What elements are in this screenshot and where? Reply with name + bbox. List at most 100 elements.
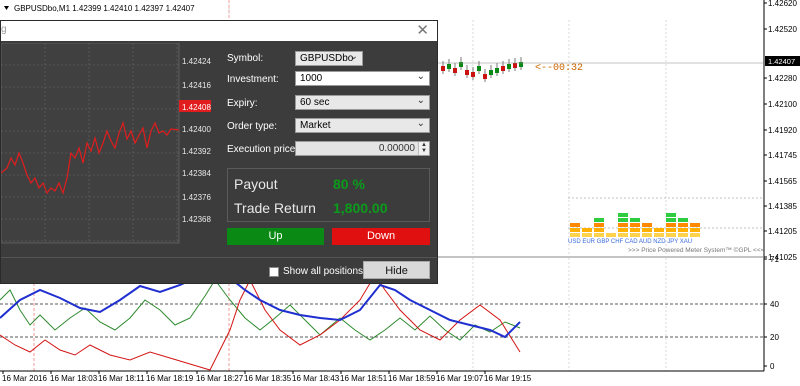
symbol-value: GBPUSDbo <box>300 53 354 64</box>
order-type-select[interactable]: Market ⌄ <box>295 118 430 133</box>
price-tick-label: 1.41565 <box>768 177 797 186</box>
hide-button[interactable]: Hide <box>363 261 430 279</box>
candle-body <box>477 66 481 71</box>
mini-current-price: 1.42408 <box>182 103 211 112</box>
price-tick-label: 1.42100 <box>768 100 797 109</box>
time-tick-label: 16 Mar 18:35 <box>244 374 292 383</box>
time-tick-label: 16 Mar 18:03 <box>50 374 98 383</box>
power-meter-cell <box>570 228 580 232</box>
indicator-tick-label: 40 <box>770 300 779 309</box>
time-axis: 16 Mar 2016 16 Mar 18:03 16 Mar 18:11 16 Ma… <box>2 371 532 383</box>
mini-price-tick: 1.42424 <box>182 57 211 66</box>
current-price-label: 1.42407 <box>768 57 795 66</box>
mini-price-tick: 1.42400 <box>182 125 211 134</box>
price-axis: 1.42620 1.42520 1.42407 1.42280 1.42100 1.419… <box>764 0 800 262</box>
power-meter-cell <box>678 218 688 222</box>
mini-price-tick: 1.42368 <box>182 215 211 224</box>
dialog-titlebar[interactable]: g ✕ <box>1 21 437 41</box>
power-meter-cell <box>678 233 688 237</box>
time-tick-label: 16 Mar 18:27 <box>196 374 244 383</box>
symbol-select[interactable]: GBPUSDbo ⌄ <box>295 51 363 66</box>
dialog-footer: Show all positions Hide <box>1 257 437 286</box>
red-line <box>0 274 521 371</box>
show-all-positions-checkbox[interactable] <box>269 267 279 277</box>
power-meter-cell <box>654 233 664 237</box>
time-tick-label: 16 Mar 18:43 <box>292 374 340 383</box>
payout-panel: Payout 80 % Trade Return 1,800.00 <box>227 168 430 222</box>
candle-body <box>453 68 457 73</box>
power-meter-cell <box>642 233 652 237</box>
spinner-icon[interactable]: ▲ ▼ <box>418 142 429 155</box>
execution-price-value: 0.00000 <box>378 143 415 154</box>
indicator-tick-label: 20 <box>770 333 779 342</box>
bar-countdown: <--00:32 <box>535 63 583 74</box>
trade-dialog: g ✕ 1.42424 1.42416 1.42408 1.42400 1.42392 1… <box>0 20 438 284</box>
candle-body <box>483 74 487 79</box>
time-tick-label: 16 Mar 18:51 <box>340 374 388 383</box>
symbol-label: Symbol: <box>227 53 264 64</box>
power-meter-cell <box>666 218 676 222</box>
expiry-value: 60 sec <box>300 97 330 108</box>
power-meter-cell <box>690 223 700 227</box>
power-meter-cell <box>690 233 700 237</box>
power-meter-cell <box>630 223 640 227</box>
down-button[interactable]: Down <box>332 228 430 245</box>
power-meter-cell <box>690 228 700 232</box>
payout-value: 80 % <box>333 176 365 192</box>
power-meter-cell <box>594 233 604 237</box>
execution-price-input[interactable]: 0.00000 ▲ ▼ <box>295 141 430 156</box>
power-meter-cell <box>630 228 640 232</box>
symbol-header: GBPUSDbo,M1 1.42399 1.42410 1.42397 1.42… <box>14 4 195 13</box>
mini-price-tick: 1.42384 <box>182 169 211 178</box>
payout-label: Payout <box>234 176 278 192</box>
chevron-down-icon: ⌄ <box>349 51 358 62</box>
trade-return-label: Trade Return <box>234 200 316 216</box>
candlesticks <box>441 57 523 82</box>
investment-label: Investment: <box>227 74 279 85</box>
power-meter-cell <box>618 228 628 232</box>
expiry-select[interactable]: 60 sec ⌄ <box>295 95 430 110</box>
power-meter-caption: >>> Price Powered Meter System™ ©GPL <<< <box>628 246 765 254</box>
candle-body <box>465 70 469 75</box>
price-tick-label: 1.42520 <box>768 25 797 34</box>
candle-body <box>447 64 451 69</box>
trade-return-value: 1,800.00 <box>333 200 388 216</box>
price-tick-label: 1.41205 <box>768 227 797 236</box>
power-meter-cell <box>630 218 640 222</box>
power-meter-cell <box>618 213 628 217</box>
power-meter-cell <box>594 218 604 222</box>
mini-price-chart: 1.42424 1.42416 1.42408 1.42400 1.42392 1.423… <box>1 43 211 244</box>
order-type-label: Order type: <box>227 121 278 132</box>
time-tick-label: 16 Mar 19:15 <box>484 374 532 383</box>
power-meter-cell <box>678 223 688 227</box>
investment-value: 1000 <box>300 73 323 84</box>
show-all-positions-label: Show all positions <box>283 266 364 277</box>
power-meter-cell <box>618 233 628 237</box>
candle-body <box>507 64 511 69</box>
candle-body <box>489 70 493 75</box>
power-meter-cell <box>630 233 640 237</box>
power-meter-cell <box>666 233 676 237</box>
up-button[interactable]: Up <box>227 228 324 245</box>
power-meter-cell <box>582 233 592 237</box>
candle-body <box>471 72 475 77</box>
green-line <box>0 279 521 341</box>
chevron-down-icon: ⌄ <box>416 71 425 82</box>
power-meter-cell <box>570 233 580 237</box>
power-meter-cell <box>594 228 604 232</box>
price-tick-label: 1.42620 <box>768 0 797 8</box>
indicator-tick-label: 0 <box>770 362 775 371</box>
power-meter-cell <box>666 223 676 227</box>
close-icon[interactable]: ✕ <box>416 21 429 39</box>
investment-select[interactable]: 1000 ⌄ <box>295 71 430 86</box>
power-meter-cell <box>678 228 688 232</box>
dialog-title: g <box>1 24 7 35</box>
price-tick-label: 1.41920 <box>768 126 797 135</box>
power-meter-cell <box>642 228 652 232</box>
time-tick-label: 16 Mar 18:59 <box>388 374 436 383</box>
mini-price-tick: 1.42392 <box>182 147 211 156</box>
candle-body <box>441 66 445 71</box>
power-meter-cell <box>570 223 580 227</box>
price-tick-label: 1.41745 <box>768 151 797 160</box>
power-meter-currencies: USD EUR GBP CHF CAD AUD NZD JPY XAU <box>568 239 692 245</box>
